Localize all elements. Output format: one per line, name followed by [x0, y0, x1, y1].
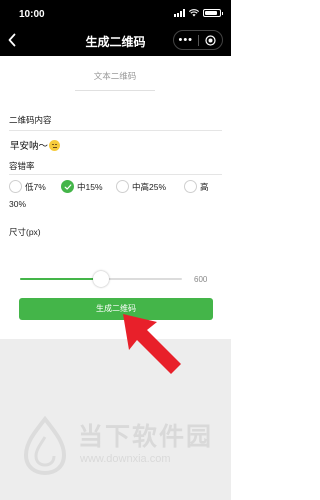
radio-label: 中高25% [132, 181, 167, 192]
slider-thumb[interactable] [93, 271, 109, 287]
tab-text-qrcode[interactable]: 文本二维码 [75, 70, 155, 91]
smile-emoji-icon [49, 140, 61, 151]
slider-fill [20, 278, 101, 280]
size-value: 600 [194, 275, 208, 284]
wifi-icon [189, 9, 199, 17]
radio-option-low[interactable]: 低7% [9, 180, 46, 193]
signal-icon [174, 9, 185, 17]
size-label: 尺寸(px) [9, 227, 41, 237]
radio-circle [9, 180, 22, 193]
radio-label: 高 [200, 181, 209, 192]
battery-icon [203, 9, 223, 17]
top-bar: 10:00 生成二维码 ••• [0, 0, 231, 56]
radio-circle [184, 180, 197, 193]
watermark-title: 当下软件园 [78, 423, 214, 451]
radio-label: 低7% [25, 181, 46, 192]
more-dots-icon[interactable]: ••• [174, 33, 198, 47]
target-close-icon[interactable] [199, 34, 223, 46]
content-textarea[interactable]: 早安呐～ [9, 130, 222, 175]
content-value: 早安呐～ [10, 138, 61, 152]
annotation-arrow-icon [123, 314, 181, 374]
mini-program-capsule: ••• [173, 30, 223, 50]
status-time: 10:00 [19, 9, 45, 20]
radio-label-wrap: 30% [9, 199, 27, 209]
content-label: 二维码内容 [9, 115, 52, 125]
watermark-url: www.downxia.com [80, 453, 171, 465]
radio-option-medium[interactable]: 中15% [61, 180, 103, 193]
error-correction-label: 容错率 [9, 161, 35, 171]
watermark-logo-icon [23, 415, 67, 476]
radio-label: 中15% [77, 181, 103, 192]
radio-option-medium-high[interactable]: 中高25% [116, 180, 166, 193]
main-content: 文本二维码 二维码内容 早安呐～ 容错率 低7% 中15% 中高25% 高 30… [0, 56, 231, 339]
status-icons [174, 9, 223, 17]
size-slider[interactable] [20, 271, 182, 287]
radio-circle [116, 180, 129, 193]
radio-checked-icon [61, 180, 74, 193]
watermark: 当下软件园 www.downxia.com [18, 415, 228, 485]
radio-option-high[interactable]: 高 [184, 180, 209, 193]
